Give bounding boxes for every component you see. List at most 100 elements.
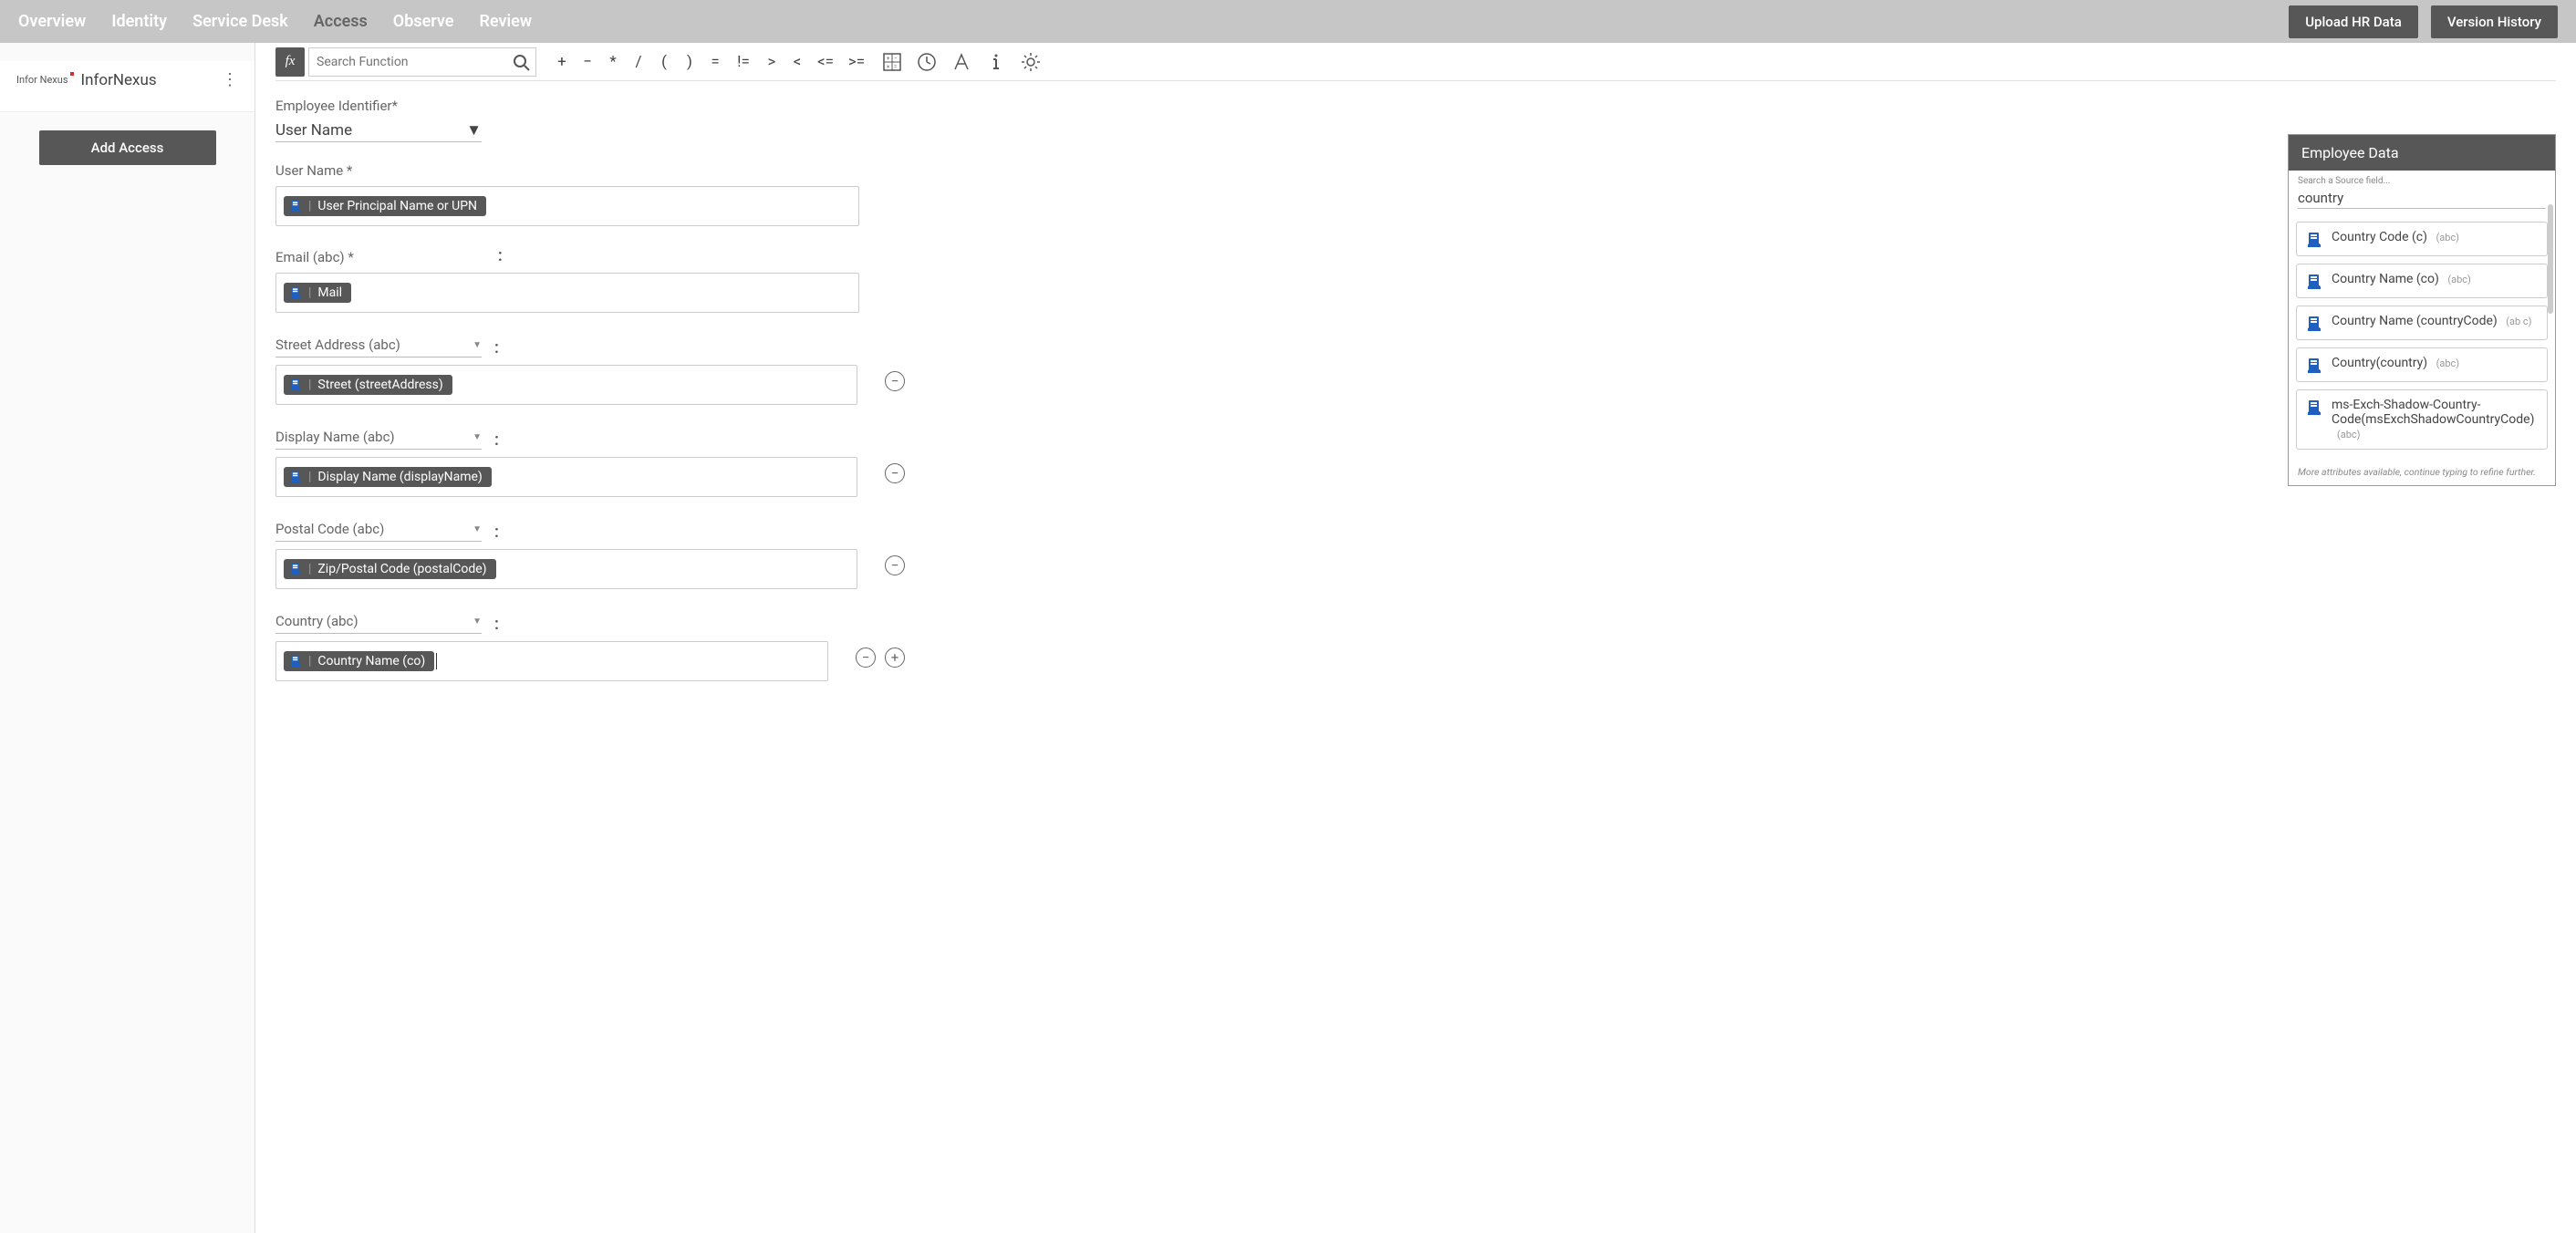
function-search-input[interactable] [317, 55, 528, 69]
kebab-menu-icon[interactable]: ⋮ [222, 70, 238, 89]
operator-−[interactable]: − [575, 53, 600, 71]
source-icon [289, 200, 302, 212]
field-value-box-5[interactable]: |Country Name (co) [275, 641, 828, 681]
field-block-2: Street Address (abc)▼:|Street (streetAdd… [275, 333, 905, 405]
chip-text: Street (streetAddress) [317, 378, 442, 392]
sidebar: Infor Nexus InforNexus ⋮ Add Access [0, 43, 255, 1233]
operator-<=[interactable]: <= [810, 53, 841, 71]
remove-field-button[interactable]: − [885, 463, 905, 483]
source-icon [289, 563, 302, 575]
source-icon [289, 378, 302, 391]
panel-search-label: Search a Source field... [2298, 176, 2546, 186]
grid-icon[interactable]: +−×= [878, 47, 907, 77]
chevron-down-icon: ▼ [473, 340, 482, 350]
colon: : [494, 430, 499, 450]
field-value-box-4[interactable]: |Zip/Postal Code (postalCode) [275, 549, 857, 589]
operator-([interactable]: ( [651, 53, 677, 71]
operator->[interactable]: > [759, 53, 784, 71]
text-style-icon[interactable] [947, 47, 976, 77]
info-icon[interactable] [982, 47, 1011, 77]
colon: : [498, 246, 503, 265]
panel-search-input[interactable] [2298, 188, 2546, 209]
main-content: fx +−*/()=!=><<=>= +−×= Employee Identif… [255, 43, 2576, 1233]
function-search[interactable] [308, 47, 536, 77]
operator-+[interactable]: + [549, 53, 575, 71]
operator-=[interactable]: = [702, 53, 728, 71]
field-chip[interactable]: |Street (streetAddress) [284, 375, 452, 395]
operator-)[interactable]: ) [677, 53, 702, 71]
field-chip[interactable]: |User Principal Name or UPN [284, 196, 486, 216]
field-block-4: Postal Code (abc)▼:|Zip/Postal Code (pos… [275, 517, 905, 589]
source-field-name: Country(country) (abc) [2332, 356, 2459, 370]
field-chip[interactable]: |Country Name (co) [284, 651, 434, 671]
field-select-5[interactable]: Country (abc)▼ [275, 609, 482, 634]
operator-/[interactable]: / [626, 53, 651, 71]
chevron-down-icon: ▼ [466, 121, 482, 140]
add-access-button[interactable]: Add Access [39, 130, 216, 165]
field-label: Postal Code (abc) [275, 521, 384, 537]
employee-identifier-label: Employee Identifier* [275, 98, 905, 114]
source-field-item-1[interactable]: Country Name (co) (abc) [2296, 264, 2548, 298]
source-field-name: ms-Exch-Shadow-Country-Code(msExchShadow… [2332, 398, 2538, 441]
field-value-box-2[interactable]: |Street (streetAddress) [275, 365, 857, 405]
chevron-down-icon: ▼ [473, 432, 482, 442]
chip-text: Country Name (co) [317, 654, 425, 668]
chevron-down-icon: ▼ [473, 524, 482, 534]
clock-icon[interactable] [912, 47, 941, 77]
remove-field-button[interactable]: − [885, 371, 905, 391]
employee-identifier-select[interactable]: User Name ▼ [275, 119, 482, 142]
field-chip[interactable]: |Zip/Postal Code (postalCode) [284, 559, 496, 579]
version-history-button[interactable]: Version History [2431, 5, 2558, 38]
panel-scrollbar[interactable] [2548, 204, 2553, 314]
remove-field-button[interactable]: − [856, 648, 876, 668]
field-value-box-0[interactable]: |User Principal Name or UPN [275, 186, 859, 226]
remove-field-button[interactable]: − [885, 555, 905, 575]
source-field-item-2[interactable]: Country Name (countryCode) (ab c) [2296, 306, 2548, 340]
search-icon[interactable] [512, 53, 530, 71]
field-chip[interactable]: |Display Name (displayName) [284, 467, 492, 487]
source-field-item-4[interactable]: ms-Exch-Shadow-Country-Code(msExchShadow… [2296, 389, 2548, 450]
field-chip[interactable]: |Mail [284, 283, 351, 303]
chevron-down-icon: ▼ [473, 616, 482, 627]
field-select-4[interactable]: Postal Code (abc) ▼ [275, 517, 482, 542]
svg-text:×: × [887, 64, 889, 70]
source-field-item-3[interactable]: Country(country) (abc) [2296, 347, 2548, 382]
field-value-box-1[interactable]: |Mail [275, 273, 859, 313]
nav-review[interactable]: Review [479, 12, 532, 31]
nav-observe[interactable]: Observe [393, 12, 454, 31]
field-block-3: Display Name (abc)▼:|Display Name (displ… [275, 425, 905, 497]
chip-text: Zip/Postal Code (postalCode) [317, 562, 486, 576]
operator-!=[interactable]: != [728, 53, 759, 71]
settings-icon[interactable] [1016, 47, 1045, 77]
employee-data-panel: Employee Data Search a Source field... C… [2288, 134, 2556, 486]
chip-text: Mail [317, 285, 342, 300]
fx-icon: fx [275, 47, 305, 77]
nav-identity[interactable]: Identity [111, 12, 167, 31]
employee-identifier-value: User Name [275, 121, 352, 140]
formula-bar: fx +−*/()=!=><<=>= +−×= [275, 43, 2556, 81]
source-field-type: (abc) [2436, 357, 2460, 369]
field-label: User Name * [275, 162, 352, 179]
source-icon [2306, 274, 2322, 290]
operator->=[interactable]: >= [841, 53, 872, 71]
chip-text: User Principal Name or UPN [317, 199, 477, 213]
chip-text: Display Name (displayName) [317, 470, 482, 484]
upload-hr-data-button[interactable]: Upload HR Data [2289, 5, 2418, 38]
nav-service-desk[interactable]: Service Desk [192, 12, 288, 31]
operator-*[interactable]: * [600, 53, 626, 71]
operator-<[interactable]: < [784, 53, 810, 71]
svg-text:+: + [887, 56, 890, 62]
source-field-name: Country Code (c) (abc) [2332, 230, 2459, 244]
field-select-3[interactable]: Display Name (abc)▼ [275, 425, 482, 450]
field-select-2[interactable]: Street Address (abc)▼ [275, 333, 482, 357]
source-icon [289, 471, 302, 483]
source-field-item-0[interactable]: Country Code (c) (abc) [2296, 222, 2548, 256]
source-icon [2306, 399, 2322, 416]
source-icon [2306, 316, 2322, 332]
field-value-box-3[interactable]: |Display Name (displayName) [275, 457, 857, 497]
nav-overview[interactable]: Overview [18, 12, 86, 31]
source-icon [2306, 232, 2322, 248]
app-name: InforNexus [81, 71, 157, 89]
nav-access[interactable]: Access [314, 12, 368, 31]
add-field-button[interactable]: + [885, 648, 905, 668]
